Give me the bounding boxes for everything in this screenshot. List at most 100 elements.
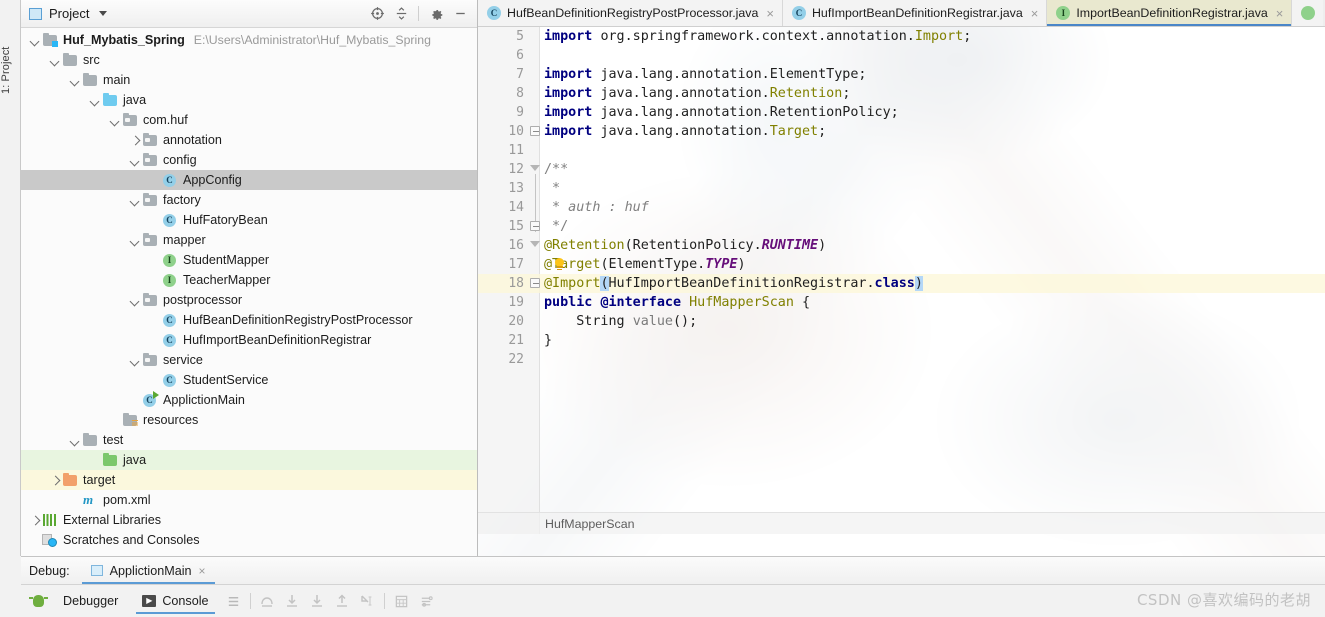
tree-node-huf-mybatis-spring[interactable]: Huf_Mybatis_Spring E:\Users\Administrator… [21,30,477,50]
run-to-cursor-icon[interactable] [355,588,380,614]
tree-node-pom-xml[interactable]: m pom.xml [21,490,477,510]
editor-tab-2[interactable]: I ImportBeanDefinitionRegistrar.java × [1047,0,1293,26]
chevron-down-icon[interactable] [49,54,62,67]
tree-node-label: com.huf [143,113,188,127]
tree-node-label: annotation [163,133,222,147]
step-over-icon[interactable] [255,588,280,614]
tree-node-target[interactable]: target [21,470,477,490]
collapse-all-icon[interactable] [390,3,412,25]
tree-node-src[interactable]: src [21,50,477,70]
tree-node-hufbeandefinitionregistrypostprocessor[interactable]: C HufBeanDefinitionRegistryPostProcessor [21,310,477,330]
settings-gear-icon[interactable] [425,3,447,25]
chevron-right-icon[interactable] [29,514,42,527]
code-fold-marker[interactable] [530,126,541,137]
chevron-down-icon[interactable] [129,154,142,167]
tree-node-postprocessor[interactable]: postprocessor [21,290,477,310]
locate-icon[interactable] [366,3,388,25]
tree-node-java[interactable]: java [21,90,477,110]
intention-bulb-icon[interactable] [553,258,566,271]
code-line-14[interactable]: 14 * auth : huf [478,198,1325,217]
close-icon[interactable]: × [1274,7,1284,20]
code-line-16[interactable]: 16 @Retention(RetentionPolicy.RUNTIME) [478,236,1325,255]
tree-node-service[interactable]: service [21,350,477,370]
code-line-8[interactable]: 8 import java.lang.annotation.Retention; [478,84,1325,103]
chevron-down-icon[interactable] [129,354,142,367]
chevron-right-icon[interactable] [49,474,62,487]
tree-node-resources[interactable]: resources [21,410,477,430]
tree-node-test[interactable]: test [21,430,477,450]
code-line-5[interactable]: 5 import org.springframework.context.anno… [478,27,1325,46]
tree-node-factory[interactable]: factory [21,190,477,210]
code-line-7[interactable]: 7 import java.lang.annotation.ElementType… [478,65,1325,84]
project-title-group[interactable]: Project [29,6,108,21]
tree-node-config[interactable]: config [21,150,477,170]
code-line-19[interactable]: 19 public @interface HufMapperScan { [478,293,1325,312]
debug-run-config-tab[interactable]: ApplictionMain × [81,557,215,584]
tree-node-annotation[interactable]: annotation [21,130,477,150]
code-text: String value(); [544,314,698,329]
chevron-down-icon[interactable] [29,34,42,47]
tree-node-studentservice[interactable]: C StudentService [21,370,477,390]
chevron-down-icon[interactable] [99,11,108,16]
tree-node-external-libraries[interactable]: External Libraries [21,510,477,530]
tree-node-java[interactable]: java [21,450,477,470]
code-line-17[interactable]: 17 @Target(ElementType.TYPE) [478,255,1325,274]
code-line-20[interactable]: 20 String value(); [478,312,1325,331]
editor-tab-overflow[interactable] [1292,0,1324,26]
code-fold-marker[interactable] [530,164,541,232]
tree-node-huffatorybean[interactable]: C HufFatoryBean [21,210,477,230]
step-into-icon[interactable] [280,588,305,614]
project-tree[interactable]: Huf_Mybatis_Spring E:\Users\Administrator… [21,28,477,556]
chevron-down-icon[interactable] [109,114,122,127]
tree-node-applictionmain[interactable]: C ApplictionMain [21,390,477,410]
tab-debugger[interactable]: Debugger [51,586,130,616]
breadcrumb[interactable]: HufMapperScan [478,512,1325,534]
tab-console[interactable]: ▶ Console [130,586,220,616]
settings-list-icon[interactable] [414,588,439,614]
layout-settings-icon[interactable] [221,588,246,614]
chevron-down-icon[interactable] [129,234,142,247]
editor-tab-1[interactable]: C HufImportBeanDefinitionRegistrar.java × [782,0,1048,26]
tree-node-appconfig[interactable]: C AppConfig [21,170,477,190]
code-line-18[interactable]: 18 @Import(HufImportBeanDefinitionRegistr… [478,274,1325,293]
code-line-13[interactable]: 13 * [478,179,1325,198]
code-fold-marker[interactable] [530,221,541,232]
code-line-10[interactable]: 10 import java.lang.annotation.Target; [478,122,1325,141]
code-fold-marker[interactable] [530,240,541,251]
step-out-icon[interactable] [330,588,355,614]
close-icon[interactable]: × [199,564,206,578]
code-editor[interactable]: 5 import org.springframework.context.anno… [478,27,1325,534]
code-line-6[interactable]: 6 [478,46,1325,65]
tree-node-studentmapper[interactable]: I StudentMapper [21,250,477,270]
chevron-down-icon[interactable] [129,294,142,307]
chevron-down-icon[interactable] [69,434,82,447]
tree-node-label: HufBeanDefinitionRegistryPostProcessor [183,313,413,327]
chevron-down-icon[interactable] [129,194,142,207]
code-lines[interactable]: 5 import org.springframework.context.anno… [478,27,1325,369]
close-icon[interactable]: × [764,7,774,20]
evaluate-expression-icon[interactable] [389,588,414,614]
minimize-icon[interactable] [449,3,471,25]
code-line-12[interactable]: 12 /** [478,160,1325,232]
tree-node-hufimportbeandefinitionregistrar[interactable]: C HufImportBeanDefinitionRegistrar [21,330,477,350]
code-line-21[interactable]: 21} [478,331,1325,350]
chevron-down-icon[interactable] [89,94,102,107]
code-line-22[interactable]: 22 [478,350,1325,369]
code-fold-marker[interactable] [530,278,541,289]
toolbar-separator [249,593,251,609]
editor-tab-bar[interactable]: C HufBeanDefinitionRegistryPostProcessor.… [478,0,1325,27]
force-step-into-icon[interactable] [305,588,330,614]
chevron-right-icon[interactable] [129,134,142,147]
editor-tab-0[interactable]: C HufBeanDefinitionRegistryPostProcessor.… [478,0,783,26]
chevron-down-icon[interactable] [69,74,82,87]
tree-node-teachermapper[interactable]: I TeacherMapper [21,270,477,290]
code-line-9[interactable]: 9 import java.lang.annotation.RetentionPo… [478,103,1325,122]
code-line-15[interactable]: 15 */ [478,217,1325,236]
tree-node-com-huf[interactable]: com.huf [21,110,477,130]
tree-node-mapper[interactable]: mapper [21,230,477,250]
tree-node-scratches-and-consoles[interactable]: Scratches and Consoles [21,530,477,550]
tool-button-project[interactable]: 1: Project [0,4,21,94]
code-line-11[interactable]: 11 [478,141,1325,160]
tree-node-main[interactable]: main [21,70,477,90]
close-icon[interactable]: × [1029,7,1039,20]
